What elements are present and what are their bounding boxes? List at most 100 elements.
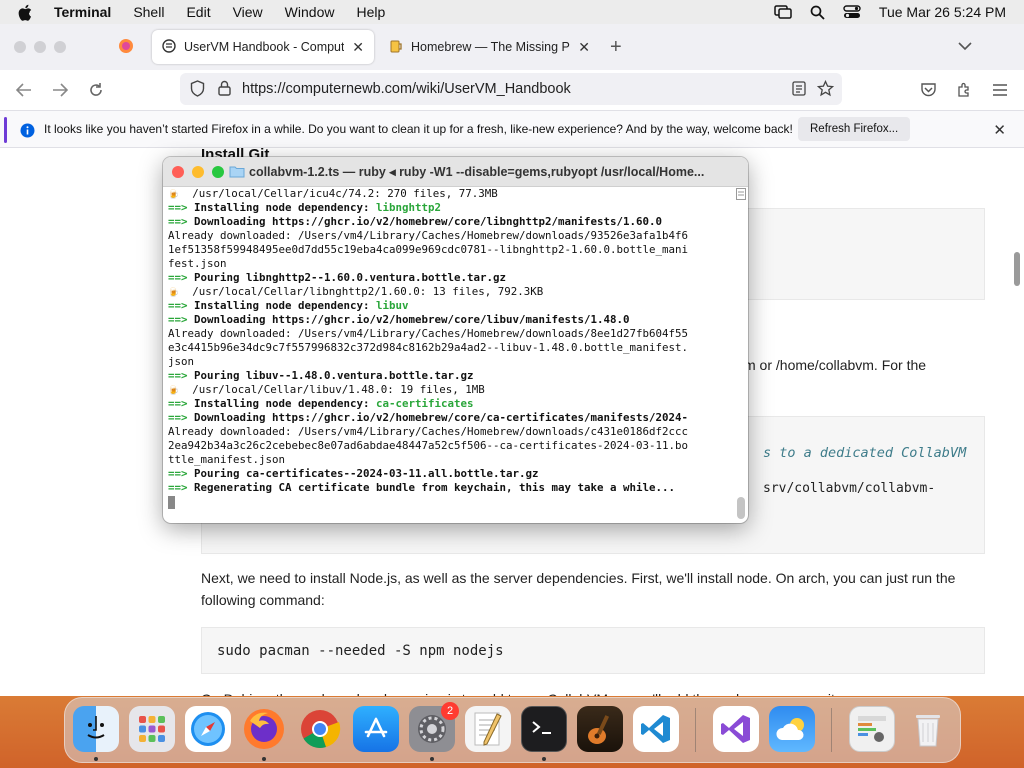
terminal-line: ==> Downloading https://ghcr.io/v2/homeb…: [168, 215, 734, 229]
trash-icon[interactable]: [905, 706, 951, 752]
tracking-protection-shield-icon[interactable]: [190, 80, 205, 102]
hamburger-menu-icon[interactable]: [990, 80, 1010, 100]
terminal-line-text: Installing node dependency:: [194, 299, 377, 312]
dock-separator: [695, 708, 696, 752]
folder-icon: [229, 165, 245, 183]
minimize-window-button[interactable]: [192, 166, 204, 178]
menu-view[interactable]: View: [233, 4, 263, 20]
tab-close-icon[interactable]: ✕: [578, 39, 590, 56]
textedit-icon[interactable]: [465, 706, 511, 752]
minimize-window-button[interactable]: [34, 41, 46, 53]
bookmark-star-icon[interactable]: [816, 79, 835, 102]
page-scrollbar[interactable]: [1014, 252, 1020, 286]
terminal-line: 🍺 /usr/local/Cellar/libnghttp2/1.60.0: 1…: [168, 285, 734, 299]
new-tab-button[interactable]: +: [610, 36, 622, 59]
extensions-puzzle-icon[interactable]: [954, 80, 974, 100]
terminal-icon[interactable]: [521, 706, 567, 752]
code-line: sudo pacman --needed -S npm nodejs: [217, 643, 504, 659]
terminal-line: ==> Installing node dependency: libnghtt…: [168, 201, 734, 215]
forward-button[interactable]: [50, 80, 70, 100]
zoom-window-button[interactable]: [54, 41, 66, 53]
prompt-arrow: ==>: [168, 481, 188, 494]
terminal-line-text: /usr/local/Cellar/icu4c/74.2: 270 files,…: [192, 187, 498, 200]
close-window-button[interactable]: [172, 166, 184, 178]
terminal-line: ==> Pouring libnghttp2--1.60.0.ventura.b…: [168, 271, 734, 285]
terminal-line-text: e3c4415b96e34dc9c7f557996832c372d984c816…: [168, 341, 689, 354]
screen-mirror-icon[interactable]: [774, 5, 792, 19]
tab-close-icon[interactable]: ✕: [352, 39, 364, 56]
visual-studio-icon[interactable]: [713, 706, 759, 752]
finder-icon[interactable]: [73, 706, 119, 752]
navigation-toolbar: https://computernewb.com/wiki/UserVM_Han…: [0, 70, 1024, 110]
notification-text: It looks like you haven’t started Firefo…: [44, 122, 793, 136]
menu-edit[interactable]: Edit: [186, 4, 210, 20]
activity-icon[interactable]: [849, 706, 895, 752]
vscode-icon[interactable]: [633, 706, 679, 752]
dependency-name: libuv: [376, 299, 409, 312]
terminal-line-text: Pouring libuv--1.48.0.ventura.bottle.tar…: [194, 369, 474, 382]
prompt-arrow: ==>: [168, 299, 188, 312]
terminal-window-controls: [172, 166, 224, 178]
terminal-line-text: fest.json: [168, 257, 227, 270]
reader-view-icon[interactable]: [792, 81, 806, 101]
spotlight-search-icon[interactable]: [810, 5, 825, 20]
address-bar[interactable]: https://computernewb.com/wiki/UserVM_Han…: [180, 73, 842, 105]
reload-button[interactable]: [86, 80, 106, 100]
apple-menu-icon[interactable]: [18, 4, 36, 21]
prompt-arrow: ==>: [168, 215, 188, 228]
menu-app-name[interactable]: Terminal: [54, 4, 111, 20]
tab-label: UserVM Handbook - Computer: [184, 40, 345, 54]
beer-mug-icon: 🍺: [168, 190, 180, 200]
pinned-tab-firefox[interactable]: [108, 32, 144, 64]
list-all-tabs-icon[interactable]: [958, 38, 972, 56]
beer-mug-icon: 🍺: [168, 386, 180, 396]
terminal-line: ==> Pouring libuv--1.48.0.ventura.bottle…: [168, 369, 734, 383]
terminal-line-text: /usr/local/Cellar/libnghttp2/1.60.0: 13 …: [192, 285, 544, 298]
close-window-button[interactable]: [14, 41, 26, 53]
url-text: https://computernewb.com/wiki/UserVM_Han…: [242, 81, 571, 97]
menu-shell[interactable]: Shell: [133, 4, 164, 20]
weather-icon[interactable]: [769, 706, 815, 752]
terminal-line-text: Already downloaded: /Users/vm4/Library/C…: [168, 229, 689, 242]
control-center-icon[interactable]: [843, 5, 861, 19]
info-icon: [20, 123, 35, 141]
scroll-marker-icon[interactable]: [736, 187, 746, 200]
firefox-icon[interactable]: [241, 706, 287, 752]
dependency-name: libnghttp2: [376, 201, 442, 214]
terminal-line: e3c4415b96e34dc9c7f557996832c372d984c816…: [168, 341, 734, 355]
app-store-icon[interactable]: [353, 706, 399, 752]
notification-badge: 2: [441, 702, 459, 720]
code-line: srv/collabvm/collabvm-: [763, 481, 936, 496]
launchpad-icon[interactable]: [129, 706, 175, 752]
menubar-clock[interactable]: Tue Mar 26 5:24 PM: [879, 4, 1006, 20]
tab-homebrew[interactable]: Homebrew — The Missing Pack ✕: [380, 30, 600, 64]
terminal-line-text: 2ea942b34a3c26c2cebebec8e07ad6abdae48447…: [168, 439, 689, 452]
paragraph-fragment: vm or /home/collabvm. For the: [737, 357, 927, 373]
site-favicon-icon: [162, 38, 176, 56]
terminal-line-text: Downloading https://ghcr.io/v2/homebrew/…: [194, 215, 663, 228]
running-indicator: [430, 757, 434, 761]
chrome-icon[interactable]: [297, 706, 343, 752]
text-cursor: [168, 495, 175, 509]
terminal-line: json: [168, 355, 734, 369]
menu-window[interactable]: Window: [285, 4, 335, 20]
lock-icon[interactable]: [218, 80, 231, 101]
tab-uservm-handbook[interactable]: UserVM Handbook - Computer ✕: [152, 30, 374, 64]
terminal-line: fest.json: [168, 257, 734, 271]
running-indicator: [94, 757, 98, 761]
terminal-scrollbar[interactable]: [737, 497, 745, 519]
zoom-window-button[interactable]: [212, 166, 224, 178]
paragraph-text: Next, we need to install Node.js, as wel…: [201, 570, 956, 586]
garageband-icon[interactable]: [577, 706, 623, 752]
terminal-output[interactable]: 🍺 /usr/local/Cellar/icu4c/74.2: 270 file…: [168, 187, 734, 521]
pocket-icon[interactable]: [918, 80, 938, 100]
terminal-line: Already downloaded: /Users/vm4/Library/C…: [168, 425, 734, 439]
terminal-titlebar[interactable]: collabvm-1.2.ts — ruby ◂ ruby -W1 --disa…: [163, 157, 748, 187]
refresh-firefox-button[interactable]: Refresh Firefox...: [798, 117, 911, 141]
prompt-arrow: ==>: [168, 411, 188, 424]
menu-help[interactable]: Help: [356, 4, 385, 20]
code-block-pacman: sudo pacman --needed -S npm nodejs: [201, 627, 985, 674]
back-button[interactable]: [14, 80, 34, 100]
safari-icon[interactable]: [185, 706, 231, 752]
close-notification-icon[interactable]: ✕: [993, 121, 1006, 139]
